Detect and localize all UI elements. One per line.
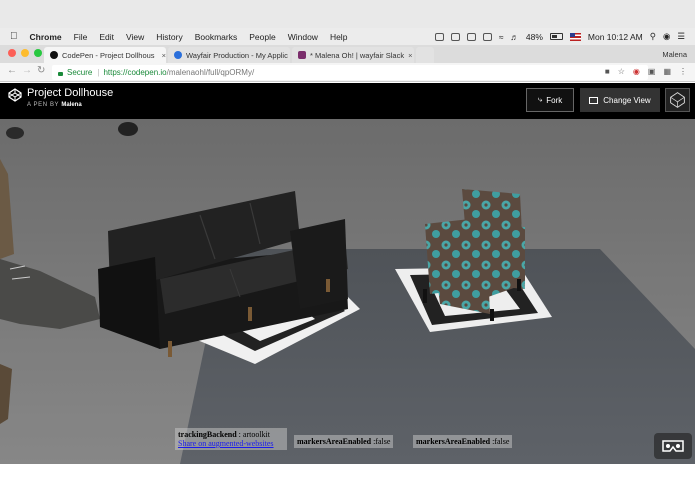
- tracking-info-panel: trackingBackend : artoolkit Share on aug…: [175, 428, 287, 450]
- markers-area-label: markersAreaEnabled: [297, 437, 372, 446]
- chair-wheel: [6, 127, 24, 139]
- ar-scene-drawing: [0, 119, 695, 464]
- back-icon[interactable]: ←: [7, 65, 17, 76]
- reload-icon[interactable]: ↻: [37, 65, 45, 76]
- layout-icon: [589, 96, 599, 104]
- maximize-window-button[interactable]: [34, 49, 42, 57]
- tracking-backend-value: : artoolkit: [236, 430, 270, 439]
- chair-wheel: [118, 122, 138, 136]
- fork-label: Fork: [546, 95, 563, 105]
- codepen-favicon-icon: [50, 51, 58, 59]
- codepen-logo-icon[interactable]: [8, 88, 22, 102]
- menu-people[interactable]: People: [249, 32, 275, 42]
- vr-headset-icon: [662, 440, 684, 452]
- wifi-icon[interactable]: ≈: [499, 32, 504, 42]
- markers-area-label: markersAreaEnabled: [416, 437, 491, 446]
- notification-center-icon[interactable]: ☰: [677, 31, 685, 42]
- close-tab-icon[interactable]: ×: [404, 51, 412, 60]
- menu-history[interactable]: History: [156, 32, 182, 42]
- cc-icon[interactable]: [450, 32, 460, 41]
- time-machine-icon[interactable]: [482, 32, 492, 41]
- tab-wayfair[interactable]: Wayfair Production - My Applic ×: [168, 47, 290, 63]
- markers-area-toggle-2[interactable]: markersAreaEnabled :false: [413, 435, 513, 448]
- bookmark-star-icon[interactable]: ☆: [618, 67, 625, 76]
- new-tab-button[interactable]: [416, 47, 434, 63]
- ar-camera-scene[interactable]: [0, 119, 695, 464]
- author-name[interactable]: Malena: [61, 102, 81, 108]
- url-host: https://codepen.io: [103, 68, 167, 77]
- menu-file[interactable]: File: [74, 32, 88, 42]
- close-tab-icon[interactable]: ×: [158, 51, 166, 60]
- page-bottom: [0, 464, 695, 494]
- macos-menu:  Chrome File Edit View History Bookmark…: [0, 28, 359, 45]
- user-avatar[interactable]: [665, 88, 690, 112]
- markers-area-value: :false: [371, 437, 391, 446]
- tab-codepen[interactable]: CodePen - Project Dollhous ×: [44, 47, 166, 63]
- lock-icon: [58, 71, 63, 76]
- pen-author: A PEN BY Malena: [27, 102, 82, 108]
- url-path: /malenaohl/full/qpORMy/: [166, 68, 255, 77]
- toolbar-icons: ■ ☆ ◉ ▣ ▦ ⋮: [605, 67, 687, 76]
- tracking-backend-label: trackingBackend: [178, 430, 237, 439]
- siri-icon[interactable]: ◉: [663, 31, 670, 42]
- pen-title[interactable]: Project Dollhouse: [27, 87, 113, 99]
- camera-icon[interactable]: ■: [605, 67, 610, 76]
- battery-percent[interactable]: 48%: [526, 32, 543, 42]
- menu-view[interactable]: View: [126, 32, 144, 42]
- markers-area-toggle-1[interactable]: markersAreaEnabled :false: [294, 435, 394, 448]
- close-tab-icon[interactable]: ×: [288, 51, 290, 60]
- menu-status-area: ≈ ♬ 48% Mon 10:12 AM ⚲ ◉ ☰: [434, 28, 685, 45]
- battery-icon[interactable]: [549, 33, 563, 40]
- menu-help[interactable]: Help: [330, 32, 347, 42]
- wayfair-favicon-icon: [174, 51, 182, 59]
- extension-icon[interactable]: ◉: [633, 67, 640, 76]
- cast-icon[interactable]: ▣: [648, 67, 656, 76]
- menu-window[interactable]: Window: [288, 32, 318, 42]
- markers-area-value: :false: [490, 437, 510, 446]
- slack-favicon-icon: [298, 51, 306, 59]
- spotlight-icon[interactable]: ⚲: [650, 31, 656, 42]
- menu-kebab-icon[interactable]: ⋮: [679, 67, 687, 76]
- pen-by-label: A PEN BY: [27, 102, 60, 108]
- fork-icon: ⤷: [537, 95, 543, 104]
- forward-icon[interactable]: →: [22, 65, 32, 76]
- minimize-window-button[interactable]: [21, 49, 29, 57]
- tab-title: Wayfair Production - My Applic: [186, 50, 288, 60]
- tab-slack[interactable]: * Malena Oh! | wayfair Slack ×: [292, 47, 414, 63]
- fork-button[interactable]: ⤷ Fork: [526, 88, 574, 112]
- menu-app-name[interactable]: Chrome: [30, 32, 62, 42]
- window-controls: [8, 49, 42, 57]
- share-link[interactable]: Share on augmented-websites: [178, 439, 274, 448]
- tab-title: CodePen - Project Dollhous: [62, 50, 155, 60]
- screen-icon[interactable]: [466, 32, 476, 41]
- change-view-label: Change View: [603, 95, 651, 105]
- menu-edit[interactable]: Edit: [99, 32, 114, 42]
- volume-icon[interactable]: ♬: [510, 32, 519, 42]
- dropbox-icon[interactable]: [434, 32, 444, 41]
- extension-2-icon[interactable]: ▦: [663, 67, 671, 76]
- vr-mode-button[interactable]: [654, 433, 692, 459]
- address-bar[interactable]: Secure | https://codepen.io /malenaohl/f…: [52, 65, 648, 80]
- tab-title: * Malena Oh! | wayfair Slack: [310, 50, 405, 60]
- separator: |: [97, 68, 100, 77]
- apple-icon[interactable]: : [10, 31, 18, 42]
- clock[interactable]: Mon 10:12 AM: [588, 32, 643, 42]
- input-source-flag-icon[interactable]: [569, 32, 581, 41]
- secure-label: Secure: [67, 68, 93, 77]
- close-window-button[interactable]: [8, 49, 16, 57]
- profile-name[interactable]: Malena: [662, 50, 687, 59]
- menu-bookmarks[interactable]: Bookmarks: [195, 32, 238, 42]
- change-view-button[interactable]: Change View: [580, 88, 660, 112]
